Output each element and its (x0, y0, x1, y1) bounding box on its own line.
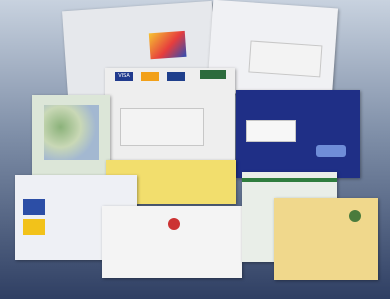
badge-yellow (23, 219, 45, 235)
map-region (44, 105, 99, 160)
envelope-kraft (274, 198, 378, 280)
stripe (242, 178, 337, 182)
window-panel (120, 108, 204, 146)
envelope-bottom-center (102, 206, 242, 278)
envelope-cards: VISA (105, 68, 235, 163)
window-panel (246, 120, 296, 142)
card-logo-other (200, 70, 226, 79)
card-logo-mastercard (141, 72, 159, 81)
card-logo-amex (167, 72, 185, 81)
badge-blue (23, 199, 45, 215)
sticker-icon (148, 30, 187, 60)
envelope-map (32, 95, 110, 175)
seal-icon (168, 218, 180, 230)
seal-icon (349, 210, 361, 222)
window-panel (248, 40, 323, 78)
logo-icon (316, 145, 346, 157)
card-logo-visa: VISA (115, 72, 133, 81)
card-label: VISA (118, 73, 130, 79)
envelope-blue (236, 90, 360, 178)
